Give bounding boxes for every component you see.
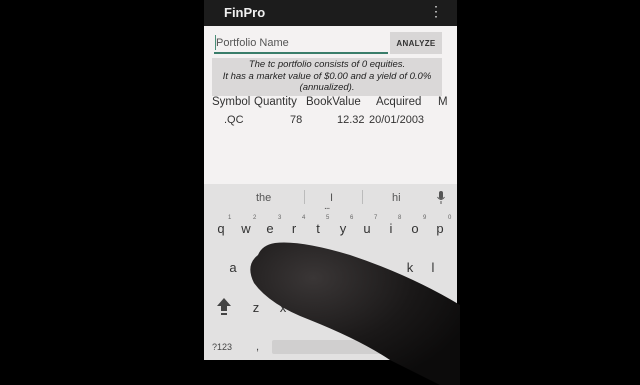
key-r[interactable]: r: [285, 221, 303, 236]
microphone-icon[interactable]: [436, 190, 446, 206]
column-header-m: M: [438, 96, 448, 108]
more-suggestions-indicator: ...: [324, 201, 330, 212]
column-header-acquired: Acquired: [376, 96, 422, 108]
summary-line-2: It has a market value of $0.00 and a yie…: [222, 70, 432, 82]
cell-acquired: 20/01/2003: [369, 114, 425, 126]
key-u[interactable]: u: [358, 221, 376, 236]
key-w[interactable]: w: [237, 221, 255, 236]
suggestion-divider: [304, 190, 305, 204]
key-q[interactable]: q: [212, 221, 230, 236]
app-bar: FinPro ⋮: [204, 0, 457, 26]
finger-occlusion: [250, 242, 460, 385]
portfolio-panel: ANALYZE The tc portfolio consists of 0 e…: [204, 26, 457, 186]
suggestion-hi[interactable]: hi: [392, 192, 401, 204]
suggestion-i[interactable]: I: [330, 192, 333, 204]
overflow-menu-icon[interactable]: ⋮: [429, 4, 443, 18]
symbols-key[interactable]: ?123: [212, 342, 232, 352]
app-title: FinPro: [224, 5, 266, 20]
key-e[interactable]: e: [261, 221, 279, 236]
analyze-button[interactable]: ANALYZE: [390, 32, 442, 54]
text-cursor: [215, 35, 216, 50]
cell-symbol: .QC: [224, 114, 244, 126]
suggestion-divider: [362, 190, 363, 204]
summary-line-1: The tc portfolio consists of 0 equities.: [248, 59, 406, 70]
column-header-quantity: Quantity: [254, 96, 297, 108]
key-t[interactable]: t: [309, 221, 327, 236]
portfolio-name-input[interactable]: [214, 34, 388, 54]
column-header-bookvalue: BookValue: [306, 96, 361, 108]
suggestion-the[interactable]: the: [256, 192, 271, 204]
key-o[interactable]: o: [406, 221, 424, 236]
cell-quantity: 78: [290, 114, 303, 126]
cell-bookvalue: 12.32: [337, 114, 365, 126]
key-p[interactable]: p: [431, 221, 449, 236]
shift-icon[interactable]: [216, 296, 232, 316]
summary-line-3: (annualized).: [299, 82, 355, 93]
portfolio-summary: The tc portfolio consists of 0 equities.…: [212, 58, 442, 96]
key-i[interactable]: i: [382, 221, 400, 236]
column-header-symbol: Symbol: [212, 96, 251, 108]
key-y[interactable]: y: [334, 221, 352, 236]
